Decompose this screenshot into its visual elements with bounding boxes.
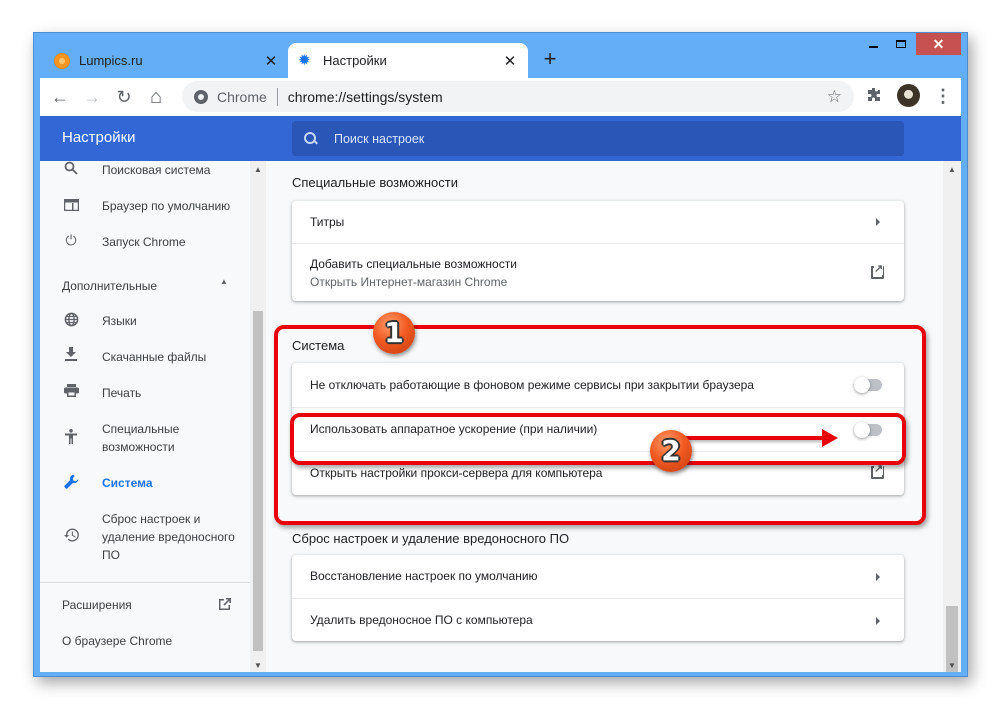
- sidebar-item-search-engine[interactable]: Поисковая система: [40, 161, 250, 197]
- chevron-right-icon: [876, 573, 880, 581]
- search-input[interactable]: [334, 131, 834, 146]
- tab-strip: Lumpics.ru ✕ ✹ Настройки ✕ + ✕: [34, 33, 967, 78]
- step-badge-1: 1: [373, 312, 415, 354]
- collapse-arrow-icon: ▲: [220, 277, 228, 286]
- sidebar-item-languages[interactable]: Языки: [40, 312, 250, 348]
- sidebar-item-default-browser[interactable]: Браузер по умолчанию: [40, 197, 250, 233]
- external-link-icon[interactable]: [218, 597, 232, 614]
- card-system: Не отключать работающие в фоновом режиме…: [292, 363, 904, 495]
- address-bar[interactable]: Chrome chrome://settings/system ☆: [182, 81, 854, 112]
- sidebar-about-chrome[interactable]: О браузере Chrome: [62, 634, 172, 648]
- sidebar-divider: [40, 582, 250, 583]
- row-proxy-settings[interactable]: Открыть настройки прокси-сервера для ком…: [292, 451, 904, 495]
- download-icon: [62, 347, 80, 364]
- row-restore-defaults[interactable]: Восстановление настроек по умолчанию: [292, 555, 904, 598]
- toggle-knob: [854, 377, 870, 393]
- omnibox-separator: [276, 87, 278, 106]
- section-title-accessibility: Специальные возможности: [292, 175, 458, 190]
- settings-header: Настройки: [40, 116, 961, 161]
- background-apps-toggle[interactable]: [854, 377, 882, 393]
- reload-button[interactable]: ↻: [108, 81, 140, 113]
- step-badge-2: 2: [650, 430, 692, 472]
- new-tab-button[interactable]: +: [538, 47, 562, 71]
- settings-page: Настройки Поисковая система Браузер по у…: [40, 116, 961, 672]
- external-link-icon: [871, 463, 884, 479]
- gear-icon: ✹: [298, 51, 311, 69]
- close-tab-icon[interactable]: ✕: [263, 52, 279, 70]
- hardware-acceleration-toggle[interactable]: [854, 422, 882, 438]
- chevron-right-icon: [876, 218, 880, 226]
- arrow-head-icon: [822, 429, 838, 447]
- chrome-icon: [194, 89, 208, 104]
- profile-avatar[interactable]: [897, 84, 920, 107]
- tab-lumpics[interactable]: Lumpics.ru ✕: [44, 43, 289, 78]
- scroll-up-arrow-icon[interactable]: ▲: [943, 165, 961, 174]
- settings-search[interactable]: [292, 121, 904, 156]
- section-title-reset: Сброс настроек и удаление вредоносного П…: [292, 531, 570, 546]
- toggle-knob: [854, 422, 870, 438]
- puzzle-icon[interactable]: [866, 87, 884, 105]
- globe-icon: [62, 312, 80, 330]
- toolbar: ← → ↻ ⌂ Chrome chrome://settings/system …: [40, 78, 961, 116]
- back-button[interactable]: ←: [44, 81, 76, 113]
- printer-icon: [62, 384, 80, 400]
- main-scrollbar[interactable]: ▲ ▼: [943, 161, 961, 672]
- search-icon: [62, 161, 80, 178]
- menu-icon[interactable]: ⋮: [934, 83, 952, 109]
- sidebar-item-system[interactable]: Система: [40, 474, 250, 510]
- row-hardware-acceleration[interactable]: Использовать аппаратное ускорение (при н…: [292, 407, 904, 451]
- external-link-icon: [871, 263, 884, 279]
- scroll-down-arrow-icon[interactable]: ▼: [943, 661, 961, 670]
- maximize-icon: [896, 40, 906, 48]
- browser-window-icon: [62, 198, 80, 214]
- power-icon: ⏻: [65, 232, 77, 248]
- page-title: Настройки: [62, 129, 136, 146]
- sidebar-item-print[interactable]: Печать: [40, 384, 250, 420]
- tab-title: Lumpics.ru: [79, 53, 143, 68]
- sidebar-item-accessibility[interactable]: Специальные возможности: [40, 420, 250, 474]
- url-text[interactable]: chrome://settings/system: [288, 89, 443, 105]
- browser-window: Lumpics.ru ✕ ✹ Настройки ✕ + ✕ ← → ↻ ⌂ C…: [33, 32, 968, 677]
- tab-title: Настройки: [323, 53, 387, 68]
- accessibility-icon: [62, 429, 80, 447]
- minimize-button[interactable]: [859, 33, 887, 55]
- scroll-up-arrow-icon[interactable]: ▲: [250, 165, 266, 174]
- sidebar: Поисковая система Браузер по умолчанию ⏻…: [40, 161, 250, 672]
- row-captions[interactable]: Титры: [292, 201, 904, 243]
- home-button[interactable]: ⌂: [140, 81, 172, 113]
- bookmark-star-icon[interactable]: ☆: [827, 87, 842, 107]
- section-title-system: Система: [292, 338, 345, 353]
- sidebar-scrollbar[interactable]: ▲ ▼: [250, 161, 266, 672]
- chevron-right-icon: [876, 617, 880, 625]
- annotation-arrow: [680, 436, 822, 440]
- site-chip: Chrome: [217, 88, 267, 105]
- sidebar-item-startup[interactable]: ⏻ Запуск Chrome: [40, 232, 250, 269]
- sidebar-item-reset[interactable]: Сброс настроек и удаление вредоносного П…: [40, 510, 250, 574]
- row-cleanup-computer[interactable]: Удалить вредоносное ПО с компьютера: [292, 598, 904, 641]
- sidebar-extensions-link[interactable]: Расширения: [62, 598, 132, 612]
- row-add-accessibility[interactable]: Добавить специальные возможности Открыть…: [292, 243, 904, 301]
- settings-main: Специальные возможности Титры Добавить с…: [292, 161, 904, 672]
- close-window-button[interactable]: ✕: [916, 33, 961, 55]
- card-accessibility: Титры Добавить специальные возможности О…: [292, 201, 904, 301]
- history-icon: [62, 528, 80, 545]
- minimize-icon: [868, 46, 878, 48]
- row-background-apps[interactable]: Не отключать работающие в фоновом режиме…: [292, 363, 904, 407]
- scrollbar-thumb[interactable]: [253, 311, 263, 651]
- scroll-down-arrow-icon[interactable]: ▼: [250, 661, 266, 670]
- orange-icon: [54, 52, 70, 69]
- forward-button[interactable]: →: [76, 81, 108, 113]
- wrench-icon: [62, 474, 80, 492]
- card-reset: Восстановление настроек по умолчанию Уда…: [292, 555, 904, 641]
- tab-settings[interactable]: ✹ Настройки ✕: [288, 43, 528, 78]
- sidebar-advanced-toggle[interactable]: Дополнительные ▲: [40, 269, 250, 309]
- close-tab-icon[interactable]: ✕: [502, 52, 518, 70]
- search-icon: [304, 131, 318, 146]
- sidebar-item-downloads[interactable]: Скачанные файлы: [40, 347, 250, 384]
- maximize-button[interactable]: [887, 33, 915, 55]
